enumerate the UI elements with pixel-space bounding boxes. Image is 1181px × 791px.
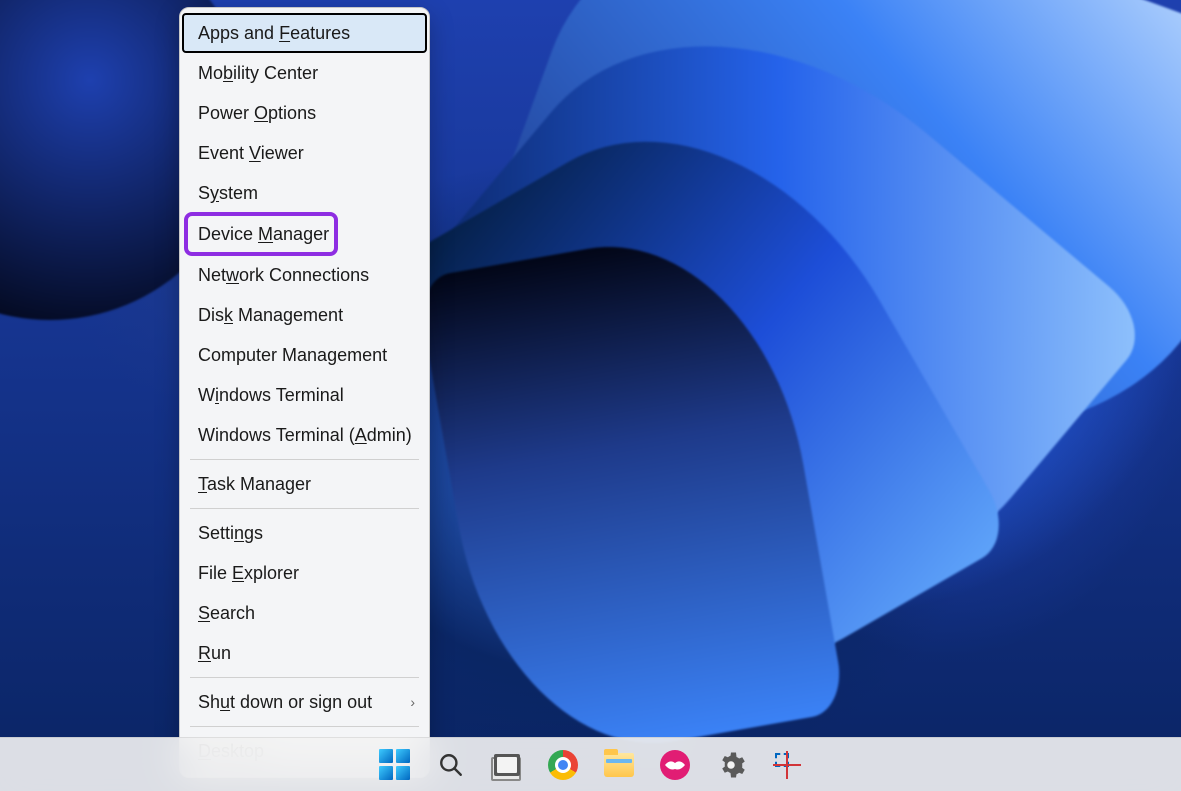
menu-separator [190,459,419,460]
gear-icon [716,750,746,780]
menu-item-system[interactable]: System [180,173,429,213]
desktop: Apps and Features Mobility Center Power Op… [0,0,1181,791]
menu-item-label: Windows Terminal [198,383,344,407]
menu-item-label: Run [198,641,231,665]
menu-item-network-connections[interactable]: Network Connections [180,255,429,295]
search-button[interactable] [434,748,468,782]
menu-item-label: Search [198,601,255,625]
menu-item-windows-terminal-admin[interactable]: Windows Terminal (Admin) [180,415,429,455]
menu-item-label: Shut down or sign out [198,690,372,714]
menu-item-label: Network Connections [198,263,369,287]
menu-item-power-options[interactable]: Power Options [180,93,429,133]
menu-item-label: Computer Management [198,343,387,367]
wallpaper [0,0,1181,791]
settings-app[interactable] [714,748,748,782]
menu-item-run[interactable]: Run [180,633,429,673]
menu-item-label: Event Viewer [198,141,304,165]
menu-item-label: File Explorer [198,561,299,585]
task-view-icon [494,754,520,776]
menu-item-file-explorer[interactable]: File Explorer [180,553,429,593]
windows-logo-icon [379,749,410,780]
menu-item-device-manager[interactable]: Device Manager [186,214,336,254]
menu-item-label: Device Manager [198,222,329,246]
task-view-button[interactable] [490,748,524,782]
menu-item-label: Power Options [198,101,316,125]
lips-app[interactable] [658,748,692,782]
menu-item-label: System [198,181,258,205]
menu-item-apps-and-features[interactable]: Apps and Features [182,13,427,53]
menu-separator [190,726,419,727]
menu-separator [190,508,419,509]
menu-item-windows-terminal[interactable]: Windows Terminal [180,375,429,415]
menu-item-disk-management[interactable]: Disk Management [180,295,429,335]
menu-item-settings[interactable]: Settings [180,513,429,553]
menu-item-computer-management[interactable]: Computer Management [180,335,429,375]
menu-separator [190,677,419,678]
menu-item-shut-down-or-sign-out[interactable]: Shut down or sign out › [180,682,429,722]
chrome-app[interactable] [546,748,580,782]
menu-item-label: Task Manager [198,472,311,496]
snip-icon [773,751,801,779]
taskbar [0,737,1181,791]
menu-item-event-viewer[interactable]: Event Viewer [180,133,429,173]
menu-item-mobility-center[interactable]: Mobility Center [180,53,429,93]
folder-icon [604,753,634,777]
menu-item-search[interactable]: Search [180,593,429,633]
winx-context-menu: Apps and Features Mobility Center Power Op… [179,7,430,778]
start-button[interactable] [378,748,412,782]
snipping-tool-app[interactable] [770,748,804,782]
menu-item-label: Apps and Features [198,21,350,45]
chrome-icon [548,750,578,780]
chevron-right-icon: › [410,690,415,714]
menu-item-task-manager[interactable]: Task Manager [180,464,429,504]
lips-icon [660,750,690,780]
menu-item-label: Windows Terminal (Admin) [198,423,412,447]
search-icon [438,752,464,778]
file-explorer-app[interactable] [602,748,636,782]
menu-item-label: Mobility Center [198,61,318,85]
menu-item-label: Settings [198,521,263,545]
menu-item-label: Disk Management [198,303,343,327]
